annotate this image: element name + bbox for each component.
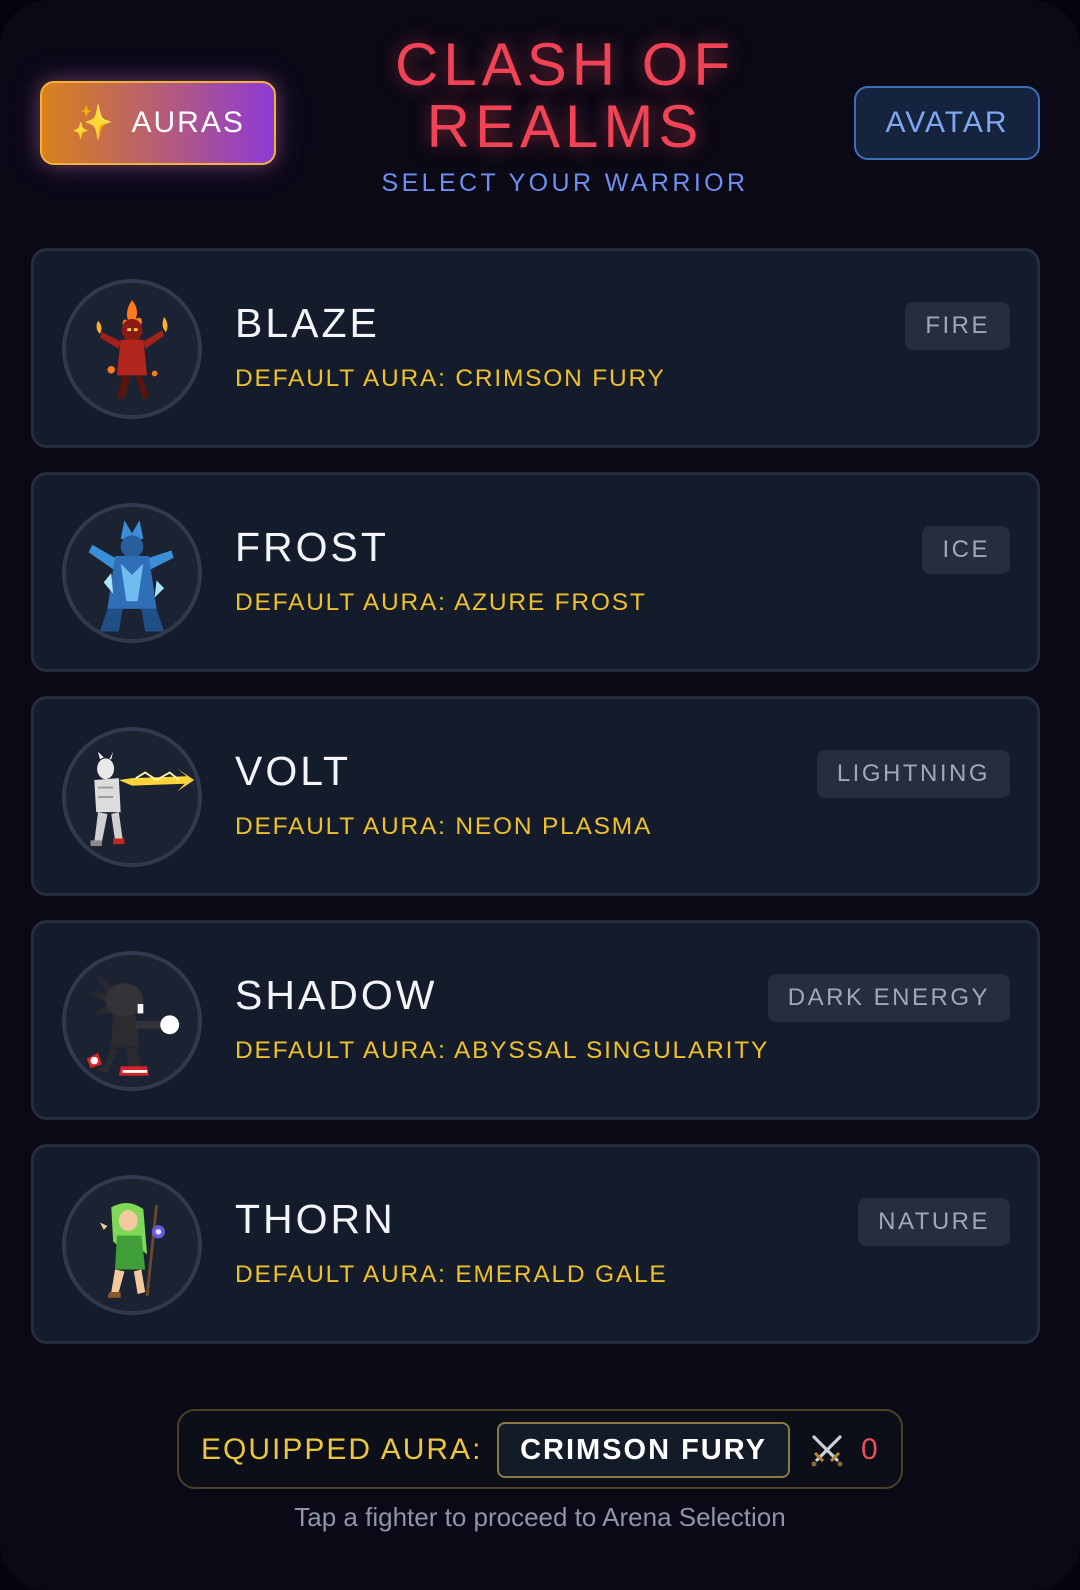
- fighter-name: FROST: [235, 524, 389, 570]
- subtitle: SELECT YOUR WARRIOR: [381, 169, 749, 197]
- fighter-card-blaze[interactable]: BLAZE DEFAULT AURA: CRIMSON FURY FIRE: [31, 248, 1040, 448]
- forest-elf-portrait: [62, 1175, 202, 1315]
- equipped-aura-value: CRIMSON FURY: [497, 1422, 790, 1478]
- element-badge: LIGHTNING: [816, 750, 1010, 798]
- lightning-fighter-portrait: [62, 727, 202, 867]
- fighter-card-shadow[interactable]: SHADOW DEFAULT AURA: ABYSSAL SINGULARITY…: [31, 920, 1040, 1120]
- fighter-default-aura: DEFAULT AURA: EMERALD GALE: [235, 1261, 668, 1288]
- fighter-card-thorn[interactable]: THORN DEFAULT AURA: EMERALD GALE NATURE: [31, 1144, 1040, 1344]
- fighter-default-aura: DEFAULT AURA: AZURE FROST: [235, 589, 647, 616]
- title-line-1: CLASH OF: [394, 31, 736, 98]
- dark-hedgehog-portrait: [62, 951, 202, 1091]
- fighter-default-aura: DEFAULT AURA: NEON PLASMA: [235, 813, 653, 840]
- fighter-name: SHADOW: [235, 972, 438, 1018]
- equipped-aura-label: EQUIPPED AURA:: [201, 1433, 483, 1466]
- app-screen: ✨ AURAS CLASH OF REALMS SELECT YOUR WARR…: [0, 0, 1080, 1590]
- auras-button-label: AURAS: [131, 106, 245, 139]
- fire-mage-portrait: [62, 279, 202, 419]
- instruction-hint: Tap a fighter to proceed to Arena Select…: [294, 1502, 786, 1532]
- game-title: CLASH OF REALMS: [300, 34, 830, 158]
- fighter-default-aura: DEFAULT AURA: CRIMSON FURY: [235, 365, 666, 392]
- avatar-button[interactable]: AVATAR: [854, 86, 1040, 160]
- ice-knight-portrait: [62, 503, 202, 643]
- equipped-aura-bar: EQUIPPED AURA: CRIMSON FURY 0: [177, 1409, 903, 1489]
- element-badge: DARK ENERGY: [767, 974, 1010, 1022]
- element-badge: ICE: [922, 526, 1010, 574]
- fighter-name: VOLT: [235, 748, 352, 794]
- fighter-default-aura: DEFAULT AURA: ABYSSAL SINGULARITY: [235, 1037, 770, 1064]
- crossed-swords-icon: [811, 1435, 843, 1467]
- fighter-name: BLAZE: [235, 300, 380, 346]
- element-badge: FIRE: [905, 302, 1010, 350]
- sparkles-icon: ✨: [71, 104, 116, 142]
- element-badge: NATURE: [858, 1198, 1010, 1246]
- fighter-card-frost[interactable]: FROST DEFAULT AURA: AZURE FROST ICE: [31, 472, 1040, 672]
- title-line-2: REALMS: [426, 93, 704, 160]
- fighter-card-volt[interactable]: VOLT DEFAULT AURA: NEON PLASMA LIGHTNING: [31, 696, 1040, 896]
- battle-count: 0: [861, 1433, 878, 1466]
- auras-button[interactable]: ✨ AURAS: [40, 81, 276, 165]
- fighter-name: THORN: [235, 1196, 396, 1242]
